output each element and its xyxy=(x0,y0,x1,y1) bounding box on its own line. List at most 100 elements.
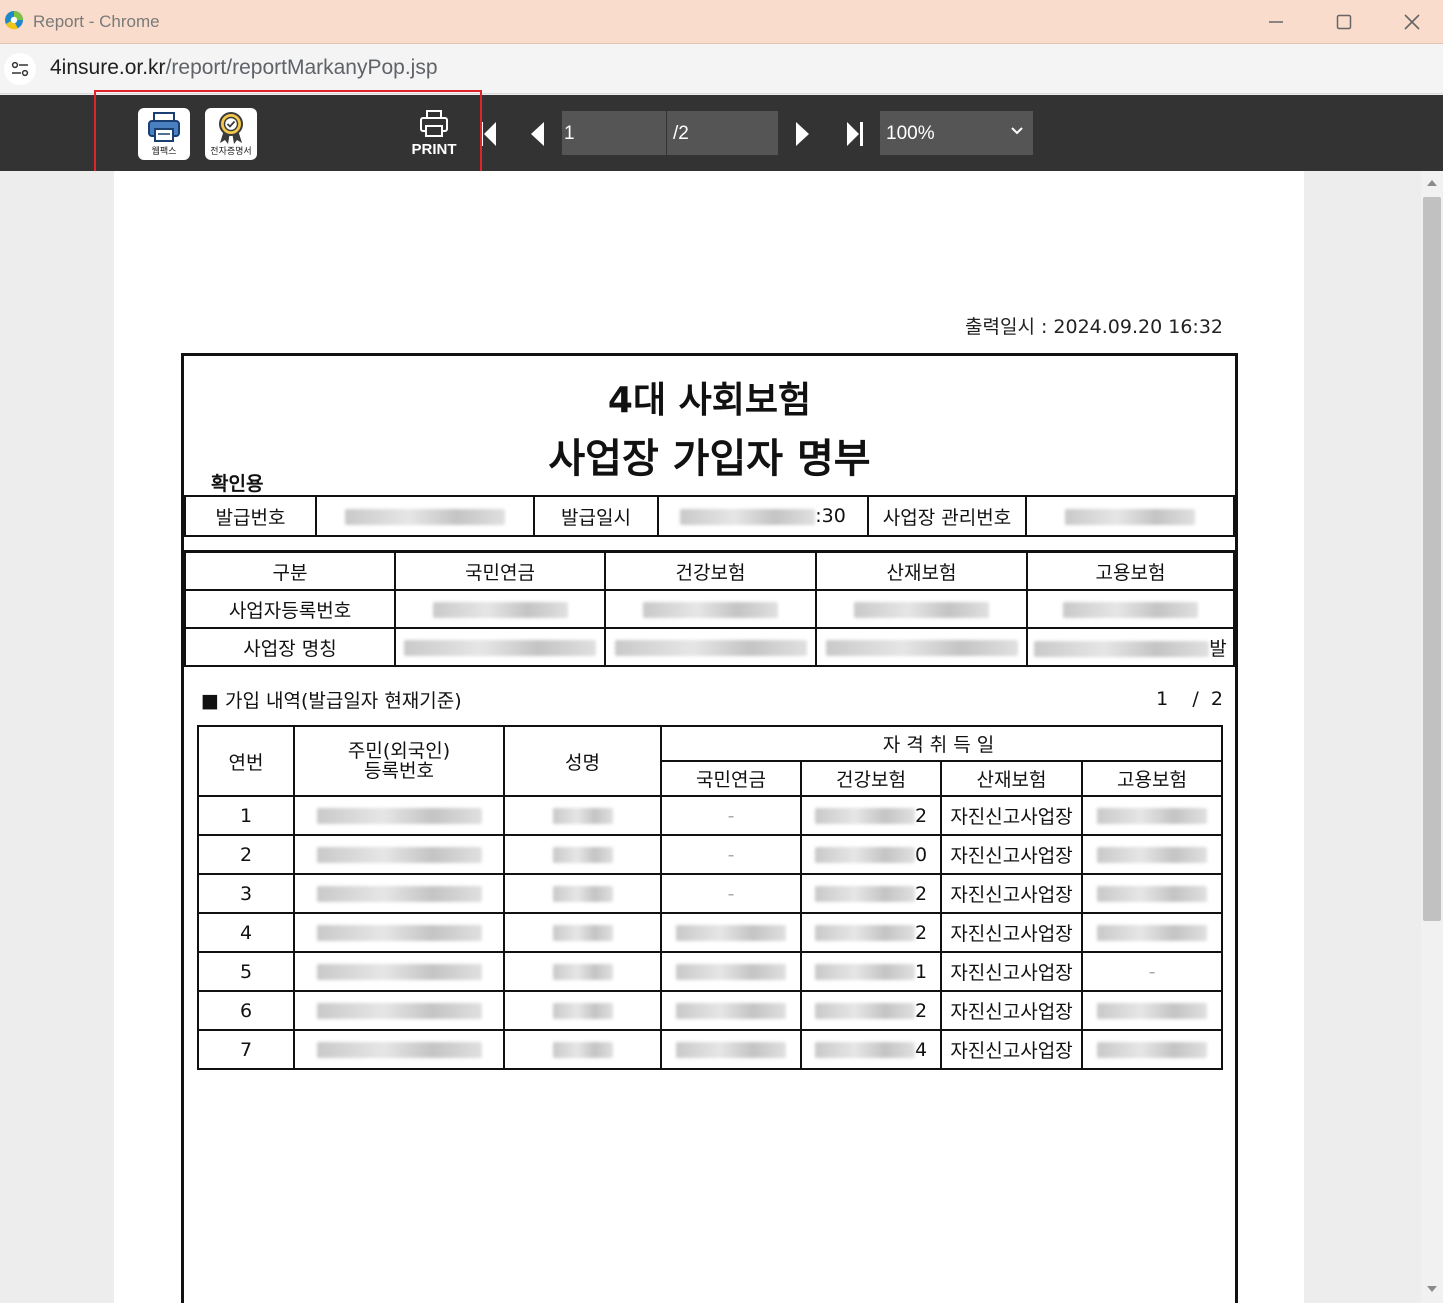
health-suffix: 2 xyxy=(914,882,928,905)
row-id xyxy=(293,951,505,992)
zoom-select[interactable]: 100% xyxy=(880,111,1033,155)
row-seq: 7 xyxy=(197,1029,295,1070)
seq-value: 1 xyxy=(239,804,253,827)
row-seq: 2 xyxy=(197,834,295,875)
ecert-icon xyxy=(219,112,243,144)
page-total: /2 xyxy=(667,111,778,155)
scroll-down-icon[interactable] xyxy=(1427,1286,1437,1292)
biz-reg-no-accident xyxy=(815,589,1028,629)
issue-date-value: :30 xyxy=(657,495,869,537)
issue-no-value xyxy=(315,495,535,537)
minimize-button[interactable] xyxy=(1261,7,1291,37)
webfax-button[interactable]: 웹팩스 xyxy=(138,108,190,160)
scrollbar-thumb[interactable] xyxy=(1423,197,1441,921)
business-info-table: 구분 국민연금 건강보험 산재보험 고용보험 사업자등록번호 사업장 명칭 발 xyxy=(184,551,1235,667)
row-health: 2 xyxy=(800,912,942,953)
row-accident: 자진신고사업장 xyxy=(940,834,1083,875)
row-pension xyxy=(660,990,802,1031)
biz-site-name-pension xyxy=(394,627,606,667)
doc-title-line1: 4대 사회보험 xyxy=(607,380,812,421)
row-seq: 6 xyxy=(197,990,295,1031)
accident-value: 자진신고사업장 xyxy=(950,806,1073,828)
biz-reg-no-employment xyxy=(1026,589,1235,629)
first-page-icon[interactable] xyxy=(478,119,500,149)
row-name xyxy=(503,990,662,1031)
accident-value: 자진신고사업장 xyxy=(950,1040,1073,1062)
site-mgmt-no-value xyxy=(1025,495,1235,537)
issue-info-table: 발급번호 발급일시 :30 사업장 관리번호 xyxy=(184,495,1235,537)
col-name: 성명 xyxy=(503,725,662,797)
chevron-down-icon xyxy=(1011,127,1023,135)
row-health: 1 xyxy=(800,951,942,992)
row-name xyxy=(503,1029,662,1070)
site-mgmt-no-label: 사업장 관리번호 xyxy=(867,495,1027,537)
row-pension xyxy=(660,1029,802,1070)
issue-date-label: 발급일시 xyxy=(533,495,659,537)
employment-value: - xyxy=(1148,960,1156,983)
next-page-icon[interactable] xyxy=(792,119,814,149)
form-frame: 4대 사회보험 사업장 가입자 명부 확인용 발급번호 발급일시 :30 사업장… xyxy=(181,353,1238,1303)
col-id-line1: 주민(외국인) xyxy=(347,740,451,762)
row-employment xyxy=(1081,1029,1223,1070)
row-employment: - xyxy=(1081,951,1223,992)
section-title: ■ 가입 내역(발급일자 현재기준) xyxy=(201,690,462,712)
site-name-suffix: 발 xyxy=(1209,637,1227,660)
row-pension xyxy=(660,951,802,992)
biz-header-label: 구분 xyxy=(184,551,396,591)
row-name xyxy=(503,951,662,992)
health-suffix: 2 xyxy=(914,921,928,944)
close-button[interactable] xyxy=(1397,7,1427,37)
print-button[interactable]: PRINT xyxy=(408,109,460,159)
health-suffix: 2 xyxy=(914,999,928,1022)
address-bar: 4insure.or.kr/report/reportMarkanyPop.js… xyxy=(0,44,1443,94)
seq-value: 3 xyxy=(239,882,253,905)
col-pension: 국민연금 xyxy=(660,760,802,797)
row-accident: 자진신고사업장 xyxy=(940,912,1083,953)
row-id xyxy=(293,873,505,914)
row-accident: 자진신고사업장 xyxy=(940,1029,1083,1070)
doc-title-line2: 사업장 가입자 명부 xyxy=(548,436,871,482)
report-page: 출력일시 : 2024.09.20 16:32 4대 사회보험 사업장 가입자 … xyxy=(114,171,1304,1303)
biz-site-name-employment: 발 xyxy=(1026,627,1235,667)
chrome-app-icon xyxy=(5,11,23,30)
accident-value: 자진신고사업장 xyxy=(950,923,1073,945)
table-row: 5 1 자진신고사업장 - xyxy=(197,951,1223,992)
prev-page-icon[interactable] xyxy=(526,119,548,149)
maximize-icon xyxy=(1336,14,1352,30)
row-accident: 자진신고사업장 xyxy=(940,990,1083,1031)
row-id xyxy=(293,912,505,953)
ecert-button[interactable]: 전자증명서 xyxy=(205,108,257,160)
table-row: 3 - 2 자진신고사업장 xyxy=(197,873,1223,914)
url-text[interactable]: 4insure.or.kr/report/reportMarkanyPop.js… xyxy=(50,56,438,80)
last-page-icon[interactable] xyxy=(844,119,866,149)
output-datetime: 출력일시 : 2024.09.20 16:32 xyxy=(965,316,1223,338)
row-name xyxy=(503,795,662,836)
health-suffix: 0 xyxy=(914,843,928,866)
scroll-up-icon[interactable] xyxy=(1427,180,1437,186)
pension-value: - xyxy=(727,804,735,827)
row-pension: - xyxy=(660,795,802,836)
site-info-button[interactable] xyxy=(4,53,36,85)
row-health: 2 xyxy=(800,990,942,1031)
biz-reg-no-label: 사업자등록번호 xyxy=(184,589,396,629)
vertical-scrollbar[interactable] xyxy=(1421,171,1443,1303)
row-id xyxy=(293,834,505,875)
accident-value: 자진신고사업장 xyxy=(950,884,1073,906)
row-health: 4 xyxy=(800,1029,942,1070)
member-rows: 1-2 자진신고사업장 2-0 자진신고사업장 3-2 자진신고사업장 4 2 자진신고사업장 5… xyxy=(197,795,1223,1070)
row-accident: 자진신고사업장 xyxy=(940,795,1083,836)
row-pension: - xyxy=(660,873,802,914)
separator-row xyxy=(184,536,1235,552)
maximize-button[interactable] xyxy=(1329,7,1359,37)
row-employment xyxy=(1081,912,1223,953)
accident-value: 자진신고사업장 xyxy=(950,962,1073,984)
table-row: 7 4 자진신고사업장 xyxy=(197,1029,1223,1070)
col-acquire-date: 자격취득일 xyxy=(660,725,1223,762)
col-health: 건강보험 xyxy=(800,760,942,797)
row-id xyxy=(293,795,505,836)
row-health: 0 xyxy=(800,834,942,875)
row-accident: 자진신고사업장 xyxy=(940,873,1083,914)
page-number-input[interactable]: 1 xyxy=(562,111,666,155)
pension-value: - xyxy=(727,843,735,866)
biz-site-name-health xyxy=(604,627,817,667)
